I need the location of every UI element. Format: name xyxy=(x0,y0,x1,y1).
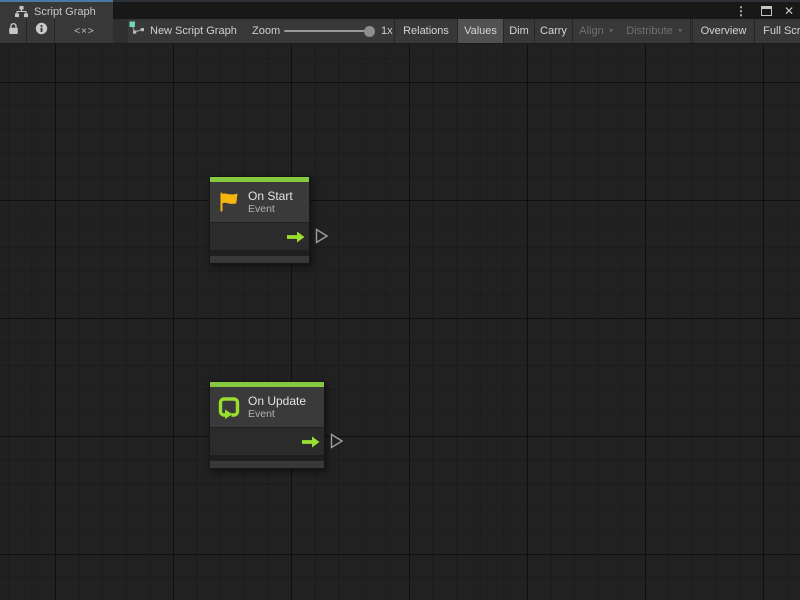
code-brackets-icon: <×> xyxy=(74,26,95,37)
lock-button[interactable] xyxy=(0,19,27,43)
node-port-row xyxy=(210,222,309,250)
output-flow-arrow-icon[interactable] xyxy=(302,436,320,447)
distribute-button[interactable]: Distribute ▼ xyxy=(620,19,691,43)
menu-dots-icon[interactable]: ⋮ xyxy=(733,6,749,16)
toolbar-divider xyxy=(113,19,128,43)
relations-button[interactable]: Relations xyxy=(394,19,457,43)
graph-breadcrumb[interactable]: New Script Graph xyxy=(129,19,237,43)
node-header: On Update Event xyxy=(210,387,324,427)
node-footer xyxy=(210,255,309,263)
script-graph-asset-icon xyxy=(129,21,145,41)
values-button[interactable]: Values xyxy=(457,19,503,43)
node-footer xyxy=(210,460,324,468)
node-titles: On Update Event xyxy=(248,394,306,420)
info-icon xyxy=(35,22,48,40)
overview-button[interactable]: Overview xyxy=(692,19,755,43)
on-update-output-port[interactable] xyxy=(330,433,344,449)
on-start-output-port[interactable] xyxy=(315,228,329,244)
dim-button[interactable]: Dim xyxy=(503,19,534,43)
title-bar: Script Graph ⋮ ✕ xyxy=(0,0,800,19)
align-button[interactable]: Align ▼ xyxy=(574,19,620,43)
graph-name-label: New Script Graph xyxy=(150,25,237,37)
node-title: On Update xyxy=(248,394,306,408)
chevron-down-icon: ▼ xyxy=(677,28,684,35)
full-screen-button[interactable]: Full Screen xyxy=(756,19,800,43)
chevron-down-icon: ▼ xyxy=(608,28,615,35)
maximize-icon[interactable] xyxy=(761,6,772,16)
output-flow-arrow-icon[interactable] xyxy=(287,231,305,242)
zoom-slider-handle[interactable] xyxy=(364,26,375,37)
zoom-slider-track[interactable] xyxy=(284,30,370,32)
tab-title: Script Graph xyxy=(34,6,96,18)
script-graph-window: Script Graph ⋮ ✕ xyxy=(0,0,800,600)
lock-icon xyxy=(8,22,19,40)
tab-script-graph[interactable]: Script Graph xyxy=(0,0,113,21)
code-preview-button[interactable]: <×> xyxy=(56,19,113,43)
node-subtitle: Event xyxy=(248,203,293,215)
window-controls: ⋮ ✕ xyxy=(733,2,794,19)
loop-icon xyxy=(217,395,241,419)
flag-icon xyxy=(217,190,241,214)
graph-hierarchy-icon xyxy=(15,6,28,18)
node-titles: On Start Event xyxy=(248,189,293,215)
carry-button[interactable]: Carry xyxy=(534,19,573,43)
node-on-start[interactable]: On Start Event xyxy=(209,176,310,264)
toolbar: <×> New Script Graph Zoom 1x Relations V… xyxy=(0,19,800,44)
node-header: On Start Event xyxy=(210,182,309,222)
node-port-row xyxy=(210,427,324,455)
info-button[interactable] xyxy=(28,19,55,43)
node-on-update[interactable]: On Update Event xyxy=(209,381,325,469)
zoom-label: Zoom xyxy=(252,19,280,43)
zoom-value: 1x xyxy=(381,19,393,43)
close-icon[interactable]: ✕ xyxy=(784,5,794,17)
node-title: On Start xyxy=(248,189,293,203)
graph-canvas[interactable]: On Start Event xyxy=(0,44,800,600)
node-subtitle: Event xyxy=(248,408,306,420)
